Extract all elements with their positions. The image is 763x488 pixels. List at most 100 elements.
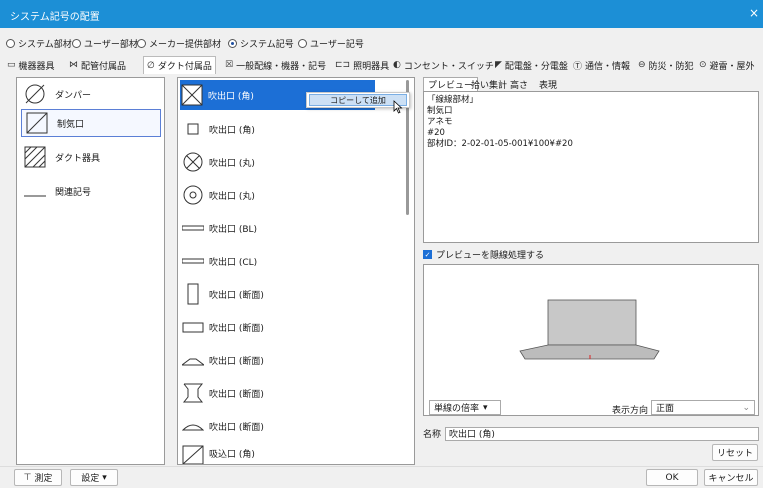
tab-representation[interactable]: 表現 [535, 77, 561, 91]
list-item-label: ダクト器具 [55, 153, 101, 164]
list-item-label: ダンパー [55, 90, 92, 101]
radio-dot[interactable] [137, 39, 146, 48]
air-outlet-icon [26, 112, 48, 134]
checkmark-icon[interactable]: ✓ [423, 250, 432, 259]
flat-bar-icon [181, 249, 205, 273]
symbol-item-5[interactable]: 吹出口 (CL) [181, 246, 257, 276]
outlet-icon: ◐ [393, 60, 401, 70]
tab-lightning-outdoor[interactable]: ⊙ 避雷・屋外 [696, 57, 758, 73]
symbol-label: 吹出口 (丸) [209, 191, 255, 202]
preview-line: 部材ID：2-02-01-05-001¥100¥#20 [427, 139, 573, 149]
general-wiring-icon: ☒ [225, 60, 234, 70]
symbol-label: 吹出口 (角) [209, 125, 255, 136]
symbol-item-10[interactable]: 吹出口 (断面) [181, 411, 264, 441]
symbol-item-11[interactable]: 吸込口 (角) [181, 438, 255, 468]
reset-button[interactable]: リセット [712, 444, 758, 461]
list-item-damper[interactable]: ダンパー [23, 80, 91, 108]
symbol-label: 吹出口 (CL) [209, 257, 258, 268]
symbol-item-9[interactable]: 吹出口 (断面) [181, 378, 264, 408]
symbol-list: 吹出口 (角) 吹出口 (角) 吹出口 (丸) 吹出口 (丸) 吹出口 (BL)… [177, 77, 415, 465]
tab-switchboard[interactable]: ◤ 配電盤・分電盤 [492, 57, 571, 73]
symbol-item-3[interactable]: 吹出口 (丸) [181, 180, 255, 210]
square-cross-icon [180, 83, 204, 107]
measure-button[interactable]: ⊤ 測定 [14, 469, 62, 486]
tab-equipment[interactable]: ▭ 機器器具 [4, 57, 58, 73]
diffuser-3d-preview [519, 299, 660, 360]
radio-label: ユーザー記号 [310, 40, 364, 50]
symbol-item-8[interactable]: 吹出口 (断面) [181, 345, 264, 375]
tab-communication[interactable]: Ⓣ 通信・情報 [570, 57, 633, 73]
radio-label: ユーザー部材 [84, 40, 138, 50]
radio-label: メーカー提供部材 [149, 40, 222, 50]
hidden-line-checkbox[interactable]: ✓ プレビューを隠線処理する [423, 248, 544, 261]
tab-outlet-switch[interactable]: ◐ コンセント・スイッチ [390, 57, 497, 73]
tab-height[interactable]: 高さ [506, 77, 532, 91]
tab-label: 機器器具 [18, 61, 55, 72]
radio-system-symbols[interactable]: システム記号 [228, 37, 294, 50]
tab-general-wiring[interactable]: ☒ 一般配線・機器・記号 [222, 57, 329, 73]
tab-duct-fittings[interactable]: ∅ ダクト付属品 [143, 56, 216, 74]
list-item-related-symbols[interactable]: 関連記号 [23, 177, 91, 205]
radio-system-parts[interactable]: システム部材 [6, 37, 72, 50]
tab-lighting[interactable]: ⊏⊐ 照明器具 [332, 57, 392, 73]
symbol-item-4[interactable]: 吹出口 (BL) [181, 213, 257, 243]
tab-pipe-fittings[interactable]: ⋈ 配管付属品 [66, 57, 129, 73]
radio-dot[interactable] [298, 39, 307, 48]
preview-tabs: プレビュー 拾い集計 高さ 表現 [423, 77, 759, 91]
list-item-label: 制気口 [57, 119, 85, 130]
name-field[interactable]: 吹出口 (角) [445, 426, 759, 441]
symbol-list-scrollbar[interactable] [404, 80, 412, 462]
tab-takeoff[interactable]: 拾い集計 [467, 77, 511, 91]
radio-maker-parts[interactable]: メーカー提供部材 [137, 37, 221, 50]
wide-rect-icon [181, 315, 205, 339]
symbol-label: 吸込口 (角) [209, 449, 255, 460]
settings-button[interactable]: 設定 ▾ [70, 469, 118, 486]
symbol-label: 吹出口 (丸) [209, 158, 255, 169]
symbol-label: 吹出口 (角) [208, 91, 254, 102]
checkbox-label: プレビューを隠線処理する [436, 251, 545, 261]
radio-user-parts[interactable]: ユーザー部材 [72, 37, 138, 50]
name-row: 名称 吹出口 (角) [423, 426, 759, 441]
square-icon [181, 117, 205, 141]
symbol-label: 吹出口 (BL) [209, 224, 258, 235]
settings-label: 設定 [81, 474, 100, 484]
lightning-outdoor-icon: ⊙ [699, 60, 707, 70]
symbol-item-2[interactable]: 吹出口 (丸) [181, 147, 255, 177]
ok-button[interactable]: OK [646, 469, 698, 486]
preview-line: 「線線部材」 [427, 95, 479, 105]
triangle-icon [181, 348, 205, 372]
preview-line: 制気口 [427, 106, 453, 116]
list-item-air-outlet[interactable]: 制気口 [21, 109, 161, 137]
symbol-label: 吹出口 (断面) [209, 422, 264, 433]
tab-disaster-prevention[interactable]: ⊖ 防災・防犯 [635, 57, 697, 73]
symbol-item-7[interactable]: 吹出口 (断面) [181, 312, 264, 342]
name-label: 名称 [423, 430, 442, 440]
symbol-item-6[interactable]: 吹出口 (断面) [181, 279, 264, 309]
list-item-duct-fixtures[interactable]: ダクト器具 [23, 143, 100, 171]
radio-dot[interactable] [6, 39, 15, 48]
radio-label: システム記号 [240, 40, 294, 50]
close-icon[interactable]: × [749, 6, 759, 20]
concentric-circle-icon [181, 183, 205, 207]
symbol-label: 吹出口 (断面) [209, 323, 264, 334]
dome-icon [181, 414, 205, 438]
preview-line: アネモ [427, 117, 453, 127]
cancel-button[interactable]: キャンセル [704, 469, 758, 486]
related-symbols-icon [24, 195, 46, 197]
tab-label: ダクト付属品 [157, 62, 212, 72]
lighting-icon: ⊏⊐ [335, 60, 351, 70]
tab-label: 配電盤・分電盤 [504, 61, 568, 72]
tab-label: コンセント・スイッチ [403, 61, 494, 72]
radio-dot-checked[interactable] [228, 39, 237, 48]
pipe-fittings-icon: ⋈ [69, 60, 78, 70]
equipment-icon: ▭ [7, 60, 16, 70]
scale-dropdown[interactable]: 単線の倍率 ▾ [429, 400, 501, 415]
radio-dot[interactable] [72, 39, 81, 48]
tab-label: 一般配線・機器・記号 [236, 61, 327, 72]
radio-user-symbols[interactable]: ユーザー記号 [298, 37, 364, 50]
tab-label: 配管付属品 [81, 61, 127, 72]
scale-label: 単線の倍率 [434, 404, 480, 414]
direction-dropdown[interactable]: 正面 ⌄ [651, 400, 755, 415]
symbol-label: 吹出口 (断面) [209, 389, 264, 400]
symbol-item-1[interactable]: 吹出口 (角) [181, 114, 255, 144]
